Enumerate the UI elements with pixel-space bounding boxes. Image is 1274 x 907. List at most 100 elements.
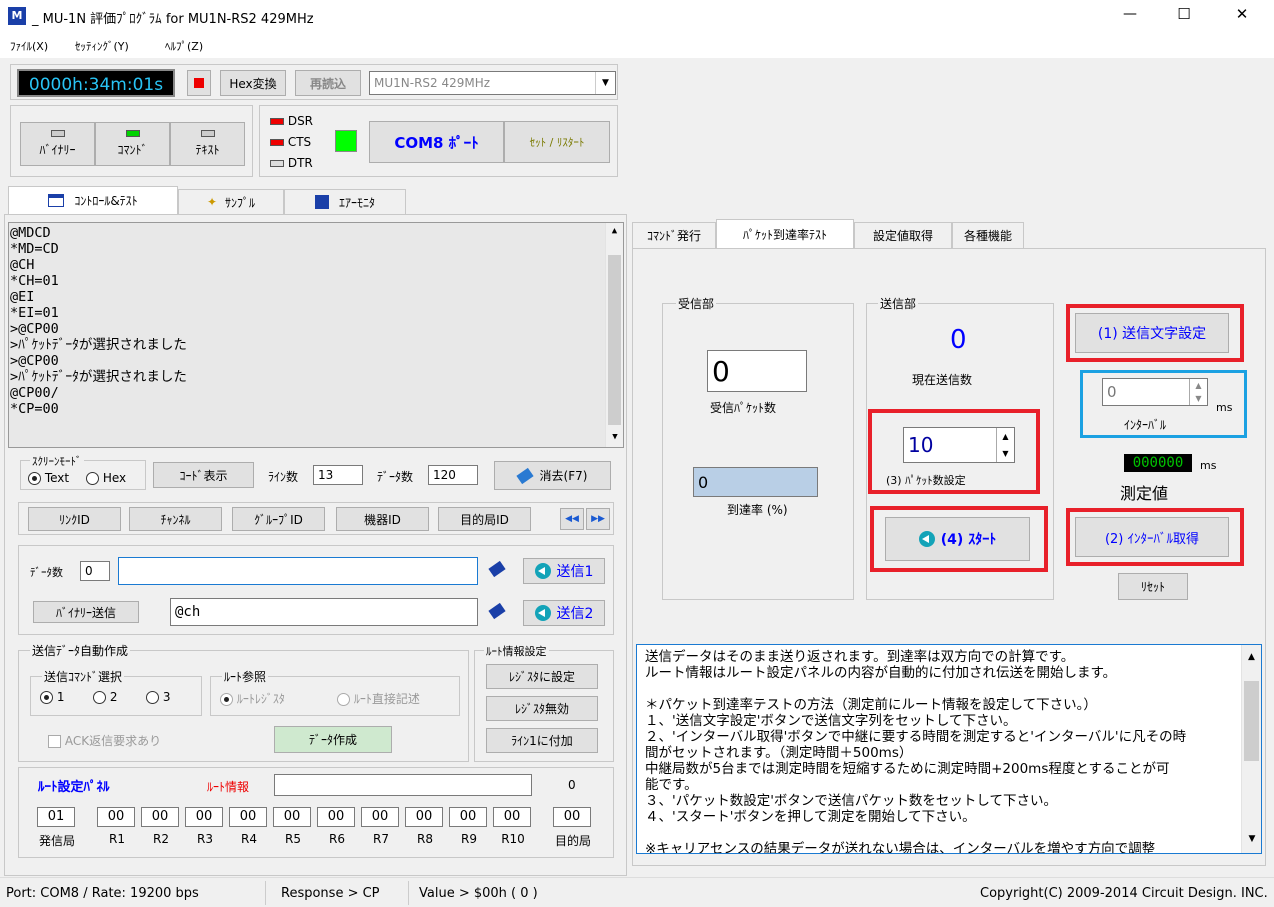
start-button[interactable]: (4) ｽﾀｰﾄ [885, 517, 1030, 561]
cmd-select-label: 送信ｺﾏﾝﾄﾞ選択 [42, 668, 125, 685]
packet-count-stepper[interactable]: 10 ▲ ▼ [903, 427, 1015, 463]
cts-green-indicator [335, 130, 357, 152]
route-info-title: ﾙｰﾄ情報設定 [484, 643, 549, 659]
info-scrollbar[interactable]: ▲ ▼ [1241, 645, 1261, 853]
receive-count-value: 0 [707, 350, 807, 392]
code-display-button[interactable]: ｺｰﾄﾞ表示 [153, 462, 254, 488]
text-led-icon [200, 130, 215, 137]
send-2-button[interactable]: 送信2 [523, 600, 605, 626]
route-cell-value[interactable]: 00 [229, 807, 267, 827]
reset-button[interactable]: ﾘｾｯﾄ [1118, 573, 1188, 600]
menu-file[interactable]: ﾌｧｲﾙ(X) [10, 38, 48, 54]
window-title: _ MU-1N 評価ﾌﾟﾛｸﾞﾗﾑ for MU1N-RS2 429MHz [32, 12, 314, 27]
mode-text-button[interactable]: ﾃｷｽﾄ [170, 122, 245, 166]
info-line: ３、'パケット数設定'ボタンで送信パケット数をセットして下さい。 [645, 793, 1058, 809]
tab-command[interactable]: ｺﾏﾝﾄﾞ発行 [632, 222, 716, 248]
tab-functions[interactable]: 各種機能 [952, 222, 1024, 248]
device-select[interactable]: MU1N-RS2 429MHz ▼ [369, 71, 616, 95]
get-interval-button[interactable]: (2) ｲﾝﾀｰﾊﾞﾙ取得 [1075, 517, 1229, 557]
next-icon[interactable]: ▶▶ [586, 508, 610, 530]
interval-stepper[interactable]: 0 ▲ ▼ [1102, 378, 1208, 406]
route-cell-value[interactable]: 00 [493, 807, 531, 827]
set-restart-button[interactable]: ｾｯﾄ / ﾘｽﾀｰﾄ [504, 121, 610, 163]
radio-hex[interactable]: Hex [86, 471, 126, 485]
route-cell-value[interactable]: 00 [553, 807, 591, 827]
send-input-1[interactable] [118, 557, 478, 585]
com-port-button[interactable]: COM8 ﾎﾟｰﾄ [369, 121, 504, 163]
mode-binary-label: ﾊﾞｲﾅﾘｰ [39, 143, 76, 157]
radio-route-direct[interactable]: ﾙｰﾄ直接記述 [337, 690, 420, 707]
create-data-button[interactable]: ﾃﾞｰﾀ作成 [274, 726, 392, 753]
route-cell-value[interactable]: 00 [97, 807, 135, 827]
dest-id-button[interactable]: 目的局ID [438, 507, 531, 531]
monitor-icon [314, 195, 329, 209]
append-line1-button[interactable]: ﾗｲﾝ1に付加 [486, 728, 598, 753]
log-area[interactable]: @MDCD *MD=CD @CH *CH=01 @EI *EI=01 >@CP0… [8, 222, 624, 448]
send-1-button[interactable]: 送信1 [523, 558, 605, 584]
device-id-button[interactable]: 機器ID [336, 507, 429, 531]
binary-send-button[interactable]: ﾊﾞｲﾅﾘｰ送信 [33, 601, 139, 623]
tab-get-settings[interactable]: 設定値取得 [854, 222, 952, 248]
measured-ms: ms [1200, 459, 1217, 472]
send-arrow-icon [534, 563, 551, 579]
radio-cmd-2[interactable]: 2 [93, 690, 117, 704]
send-input-2[interactable]: @ch [170, 598, 478, 626]
route-cell-value[interactable]: 00 [141, 807, 179, 827]
menu-bar: ﾌｧｲﾙ(X) ｾｯﾃｨﾝｸﾞ(Y) ﾍﾙﾌﾟ(Z) [0, 34, 1274, 58]
link-id-button[interactable]: ﾘﾝｸID [28, 507, 121, 531]
cts-led-icon [270, 139, 284, 146]
route-cell-value[interactable]: 00 [273, 807, 311, 827]
reload-button[interactable]: 再読込 [295, 70, 361, 96]
radio-route-direct-icon [337, 693, 350, 706]
radio-cmd-1-label: 1 [56, 690, 65, 704]
info-line: ルート情報はルート設定パネルの内容が自動的に付加され伝送を開始します。 [645, 665, 1117, 681]
menu-setting[interactable]: ｾｯﾃｨﾝｸﾞ(Y) [75, 38, 129, 54]
hex-convert-button[interactable]: Hex変換 [220, 70, 286, 96]
receiver-group [662, 303, 854, 600]
info-scroll-thumb[interactable] [1244, 681, 1259, 761]
route-cell-value[interactable]: 00 [405, 807, 443, 827]
tab-air-monitor[interactable]: ｴｱｰﾓﾆﾀ [284, 189, 406, 214]
log-scrollbar[interactable]: ▲ ▼ [605, 223, 623, 447]
menu-help[interactable]: ﾍﾙﾌﾟ(Z) [165, 38, 203, 54]
log-scroll-thumb[interactable] [608, 255, 621, 425]
group-id-button[interactable]: ｸﾞﾙｰﾌﾟID [232, 507, 325, 531]
route-cell-value[interactable]: 00 [317, 807, 355, 827]
minimize-button[interactable]: — [1110, 6, 1150, 22]
radio-route-reg[interactable]: ﾙｰﾄﾚｼﾞｽﾀ [220, 690, 285, 707]
close-button[interactable]: ✕ [1222, 5, 1262, 23]
command-led-icon [125, 130, 140, 137]
info-text-area[interactable]: 送信データはそのまま送り返されます。到達率は双方向での計算です。 ルート情報はル… [636, 644, 1262, 854]
radio-cmd-3[interactable]: 3 [146, 690, 170, 704]
radio-cmd-1[interactable]: 1 [40, 690, 64, 704]
channel-button[interactable]: ﾁｬﾝﾈﾙ [129, 507, 222, 531]
measured-label: 測定値 [1120, 484, 1169, 503]
tab-control-test[interactable]: ｺﾝﾄﾛｰﾙ&ﾃｽﾄ [8, 186, 178, 214]
prev-icon[interactable]: ◀◀ [560, 508, 584, 530]
route-cell-value[interactable]: 00 [185, 807, 223, 827]
tab-packet-test[interactable]: ﾊﾟｹｯﾄ到達率ﾃｽﾄ [716, 219, 854, 248]
tab-sample[interactable]: ✦ ｻﾝﾌﾟﾙ [178, 189, 284, 214]
register-set-button[interactable]: ﾚｼﾞｽﾀに設定 [486, 664, 598, 689]
maximize-button[interactable]: ☐ [1164, 5, 1204, 23]
dsr-label: DSR [287, 114, 314, 128]
route-cell-value[interactable]: 00 [449, 807, 487, 827]
radio-cmd-1-icon [40, 691, 53, 704]
tab-air-monitor-label: ｴｱｰﾓﾆﾀ [338, 195, 375, 210]
ack-checkbox[interactable]: ACK返信要求あり [48, 732, 161, 749]
route-cell-label: R5 [285, 832, 301, 846]
stop-button[interactable] [187, 70, 211, 96]
register-disable-button[interactable]: ﾚｼﾞｽﾀ無効 [486, 696, 598, 721]
route-info-label: ﾙｰﾄ情報 [207, 780, 250, 794]
send-text-button[interactable]: (1) 送信文字設定 [1075, 313, 1229, 353]
cts-label: CTS [287, 135, 312, 149]
clear-button[interactable]: 消去(F7) [494, 461, 611, 490]
data-count-value: 120 [428, 465, 478, 485]
mode-command-button[interactable]: ｺﾏﾝﾄﾞ [95, 122, 170, 166]
route-cell-value[interactable]: 01 [37, 807, 75, 827]
route-cell-value[interactable]: 00 [361, 807, 399, 827]
mode-binary-button[interactable]: ﾊﾞｲﾅﾘｰ [20, 122, 95, 166]
tab-sample-label: ｻﾝﾌﾟﾙ [225, 195, 256, 210]
stepper-arrows-icon: ▲ ▼ [996, 428, 1014, 462]
radio-text[interactable]: Text [28, 471, 69, 485]
